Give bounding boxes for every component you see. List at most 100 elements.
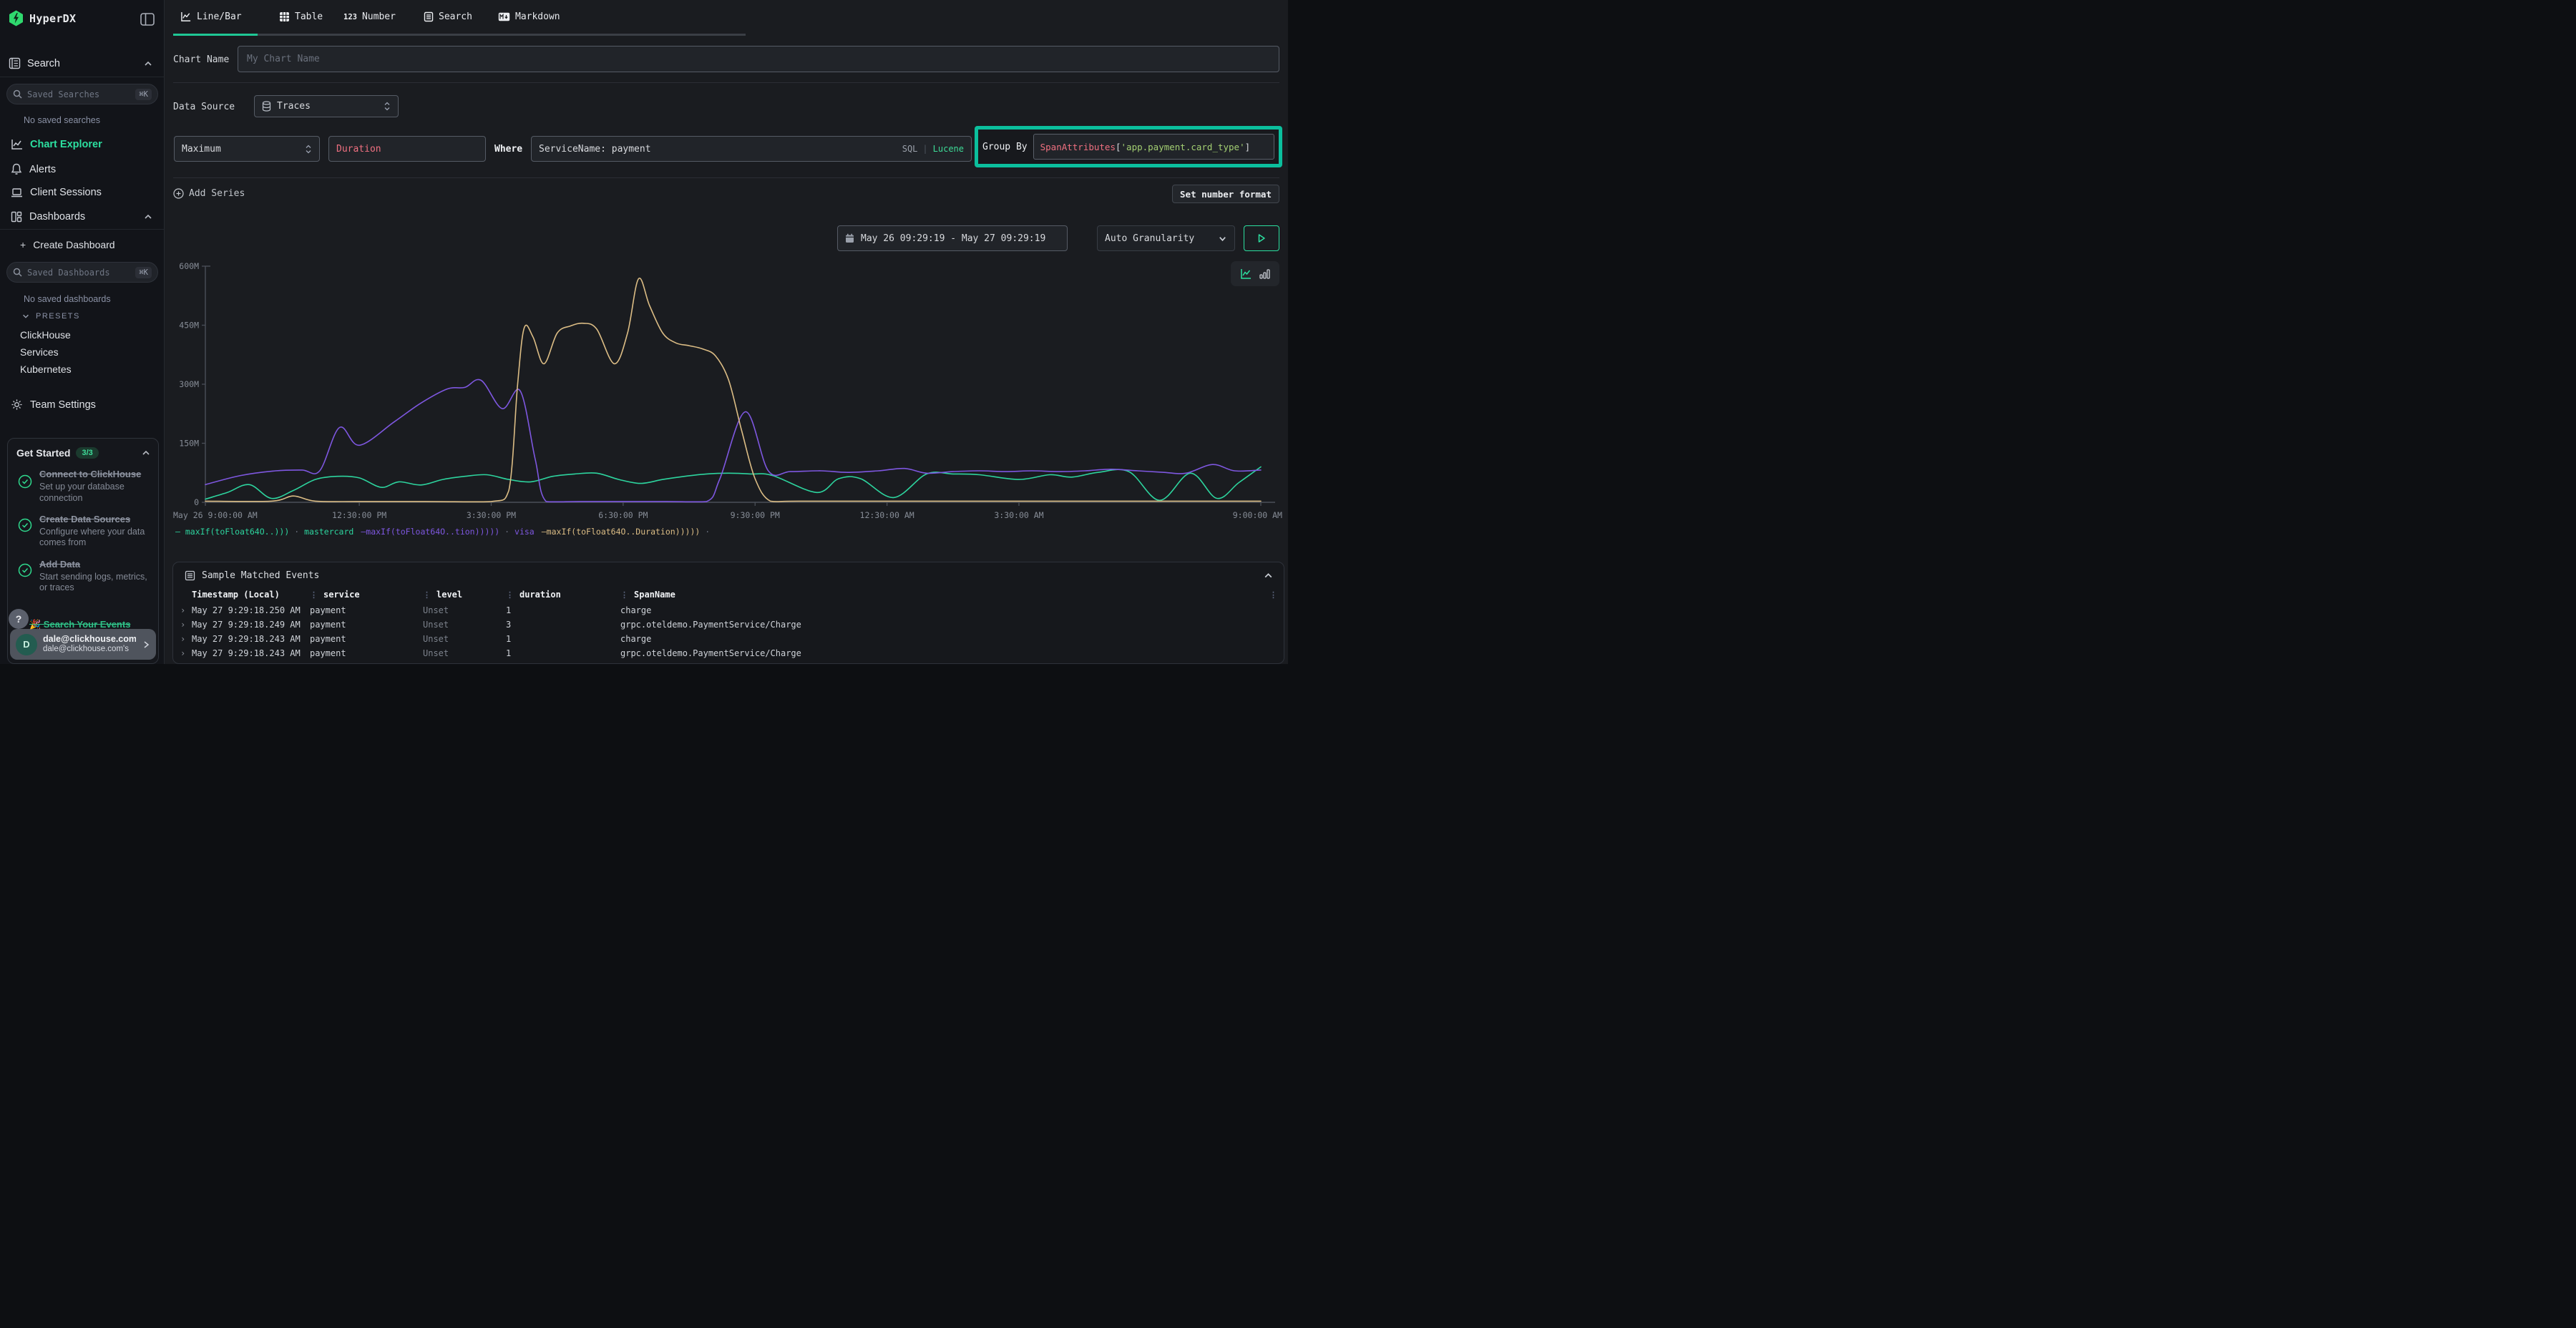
hyperdx-app: HyperDX Search Saved Searches ⌘K No save… (0, 0, 1288, 664)
col-level[interactable]: ⋮level (423, 590, 506, 600)
user-email: dale@clickhouse.com (43, 634, 136, 645)
chevron-right-icon (142, 640, 150, 650)
preset-services[interactable]: Services (20, 346, 59, 358)
add-series-button[interactable]: Add Series (173, 185, 245, 202)
legend-item[interactable]: — maxIf(toFloat64O..))) · mastercard (175, 527, 353, 537)
aggregation-select[interactable]: Maximum (174, 136, 320, 162)
table-row[interactable]: › May 27 9:29:18.243 AMpayment Unset1 gr… (173, 646, 1284, 660)
sidebar-item-alerts[interactable]: Alerts (11, 163, 56, 175)
table-options-kebab-icon[interactable]: ⋮ (1269, 590, 1284, 600)
where-input[interactable]: ServiceName: payment SQL | Lucene (531, 136, 972, 162)
preset-kubernetes[interactable]: Kubernetes (20, 363, 72, 375)
tab-active-indicator (173, 34, 258, 36)
run-query-button[interactable] (1244, 225, 1279, 251)
create-dashboard-label: Create Dashboard (33, 239, 114, 250)
data-source-select[interactable]: Traces (254, 95, 399, 117)
saved-dashboards-input[interactable]: Saved Dashboards ⌘K (6, 262, 158, 283)
laptop-icon (11, 187, 23, 198)
table-row[interactable]: › May 27 9:29:18.250 AMpayment Unset1 ch… (173, 603, 1284, 617)
chevron-up-icon[interactable] (141, 448, 151, 458)
group-by-input[interactable]: SpanAttributes['app.payment.card_type'] (1033, 134, 1274, 160)
tab-line-bar[interactable]: Line/Bar (180, 0, 242, 34)
field-select[interactable]: Duration (328, 136, 486, 162)
list-icon (185, 570, 195, 581)
table-row[interactable]: › May 27 9:29:18.249 AMpayment Unset3 gr… (173, 617, 1284, 632)
chevron-up-icon[interactable] (1263, 570, 1274, 581)
col-service[interactable]: ⋮service (310, 590, 423, 600)
get-started-item-data-sources[interactable]: Create Data Sources Configure where your… (8, 508, 158, 553)
presets-toggle[interactable]: PRESETS (21, 312, 80, 321)
events-table-header: Timestamp (Local) ⋮service ⋮level ⋮durat… (173, 585, 1284, 603)
tab-number-label: Number (362, 11, 396, 22)
svg-text:150M: 150M (179, 439, 199, 449)
preset-clickhouse[interactable]: ClickHouse (20, 329, 71, 341)
database-icon (262, 101, 271, 112)
expand-row-icon[interactable]: › (173, 648, 192, 658)
get-started-item-subtitle: Configure where your data comes from (39, 527, 151, 549)
sidebar-item-chart-explorer[interactable]: Chart Explorer (11, 139, 102, 150)
set-number-format-button[interactable]: Set number format (1172, 185, 1279, 203)
expand-row-icon[interactable]: › (173, 605, 192, 615)
chevron-down-icon (1218, 234, 1227, 243)
sidebar-item-client-sessions[interactable]: Client Sessions (11, 187, 102, 198)
where-value: ServiceName: payment (539, 144, 902, 155)
app-logo[interactable]: HyperDX (9, 10, 76, 26)
get-started-title: Get Started (16, 447, 70, 459)
svg-text:3:30:00 AM: 3:30:00 AM (994, 510, 1043, 520)
table-row[interactable]: › May 27 9:29:18.243 AMpayment Unset1 ch… (173, 632, 1284, 646)
legend-item[interactable]: —maxIf(toFloat64O..Duration))))) · (542, 527, 710, 537)
col-duration[interactable]: ⋮duration (506, 590, 620, 600)
col-spanname[interactable]: ⋮SpanName (620, 590, 1269, 600)
sidebar-item-team-settings[interactable]: Team Settings (11, 399, 96, 411)
create-dashboard-button[interactable]: + Create Dashboard (20, 239, 115, 250)
calendar-icon (845, 233, 854, 243)
expand-row-icon[interactable]: › (173, 634, 192, 644)
get-started-progress-badge: 3/3 (76, 447, 98, 459)
sidebar-item-dashboards[interactable]: Dashboards (11, 211, 85, 223)
timeseries-chart[interactable]: 0150M300M450M600MMay 26 9:00:00 AM12:30:… (172, 256, 1288, 524)
tab-number[interactable]: 123 Number (343, 0, 396, 34)
tab-line-bar-label: Line/Bar (197, 11, 242, 22)
tab-markdown[interactable]: Markdown (498, 0, 560, 34)
lucene-option[interactable]: Lucene (933, 144, 964, 154)
granularity-select[interactable]: Auto Granularity (1097, 225, 1235, 251)
language-divider: | (922, 144, 927, 154)
user-account-bar[interactable]: D dale@clickhouse.com dale@clickhouse.co… (10, 629, 156, 660)
get-started-item-title: Add Data (39, 559, 151, 570)
avatar: D (16, 634, 37, 655)
col-timestamp[interactable]: Timestamp (Local) (192, 590, 310, 600)
search-section-label: Search (27, 58, 60, 69)
expand-row-icon[interactable]: › (173, 620, 192, 630)
chart-name-input[interactable] (238, 46, 1279, 72)
group-by-highlight: Group By SpanAttributes['app.payment.car… (975, 126, 1282, 167)
chart-explorer-label: Chart Explorer (30, 139, 102, 150)
column-divider-icon: ⋮ (423, 590, 431, 600)
help-button[interactable]: ? (9, 609, 29, 629)
chevron-up-icon (143, 212, 153, 222)
client-sessions-label: Client Sessions (30, 187, 102, 198)
sidebar-section-search[interactable]: Search (9, 57, 60, 69)
saved-searches-input[interactable]: Saved Searches ⌘K (6, 84, 158, 104)
svg-text:0: 0 (194, 497, 199, 507)
check-circle-icon (18, 518, 32, 532)
get-started-item-connect[interactable]: Connect to ClickHouse Set up your databa… (8, 463, 158, 508)
bell-icon (11, 163, 22, 175)
legend-swatch: — (175, 527, 180, 537)
document-list-icon (424, 11, 434, 22)
search-icon (13, 268, 22, 277)
tab-markdown-label: Markdown (515, 11, 560, 22)
query-language-toggle[interactable]: SQL | Lucene (902, 144, 964, 154)
add-series-label: Add Series (189, 188, 245, 199)
sql-option[interactable]: SQL (902, 144, 918, 154)
tab-search[interactable]: Search (424, 0, 472, 34)
legend-item[interactable]: —maxIf(toFloat64O..tion))))) · visa (361, 527, 534, 537)
collapse-sidebar-icon[interactable] (140, 13, 155, 26)
date-range-picker[interactable]: May 26 09:29:19 - May 27 09:29:19 (837, 225, 1068, 251)
search-icon (13, 89, 22, 99)
plus-icon: + (20, 239, 26, 250)
date-range-value: May 26 09:29:19 - May 27 09:29:19 (861, 233, 1045, 244)
svg-text:300M: 300M (179, 379, 199, 389)
get-started-item-title: Create Data Sources (39, 514, 151, 525)
get-started-item-add-data[interactable]: Add Data Start sending logs, metrics, or… (8, 553, 158, 598)
tab-table[interactable]: Table (279, 0, 323, 34)
